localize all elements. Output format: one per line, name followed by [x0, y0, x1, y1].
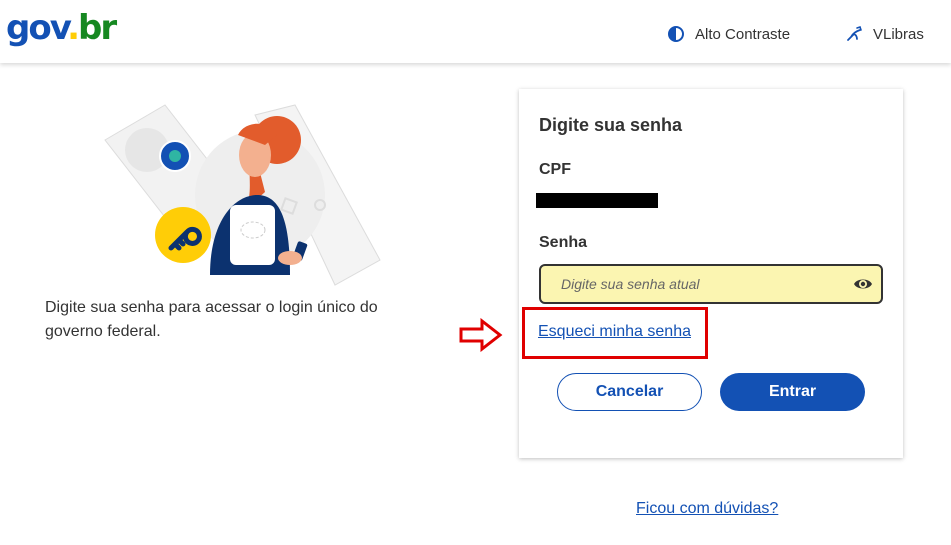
- card-title: Digite sua senha: [539, 115, 683, 135]
- high-contrast-label: Alto Contraste: [695, 25, 791, 43]
- logo-dot: .: [67, 8, 80, 48]
- vlibras-button[interactable]: VLibras: [845, 24, 924, 44]
- high-contrast-button[interactable]: Alto Contraste: [667, 24, 790, 44]
- password-field: [539, 264, 883, 304]
- vlibras-label: VLibras: [873, 25, 924, 43]
- logo-br: br: [78, 8, 117, 48]
- contrast-icon: [668, 26, 684, 42]
- password-label: Senha: [539, 234, 588, 251]
- cpf-value-redacted: [536, 193, 658, 208]
- password-input[interactable]: [541, 266, 861, 302]
- login-illustration: [104, 104, 381, 286]
- logo-gov: gov: [6, 8, 69, 48]
- login-card: Digite sua senha CPF Senha Esqueci minha…: [519, 89, 903, 458]
- cpf-label: CPF: [539, 161, 571, 178]
- cancel-button[interactable]: Cancelar: [557, 373, 702, 411]
- help-link[interactable]: Ficou com dúvidas?: [636, 500, 778, 518]
- intro-text: Digite sua senha para acessar o login ún…: [45, 299, 378, 340]
- forgot-password-link[interactable]: Esqueci minha senha: [538, 323, 691, 341]
- vlibras-hands-icon: [847, 25, 862, 41]
- top-header: gov.br Alto Contraste VLibras: [0, 0, 951, 63]
- eye-icon[interactable]: [853, 275, 873, 293]
- govbr-logo[interactable]: gov.br: [6, 8, 117, 48]
- enter-button[interactable]: Entrar: [720, 373, 865, 411]
- red-arrow: [458, 317, 504, 353]
